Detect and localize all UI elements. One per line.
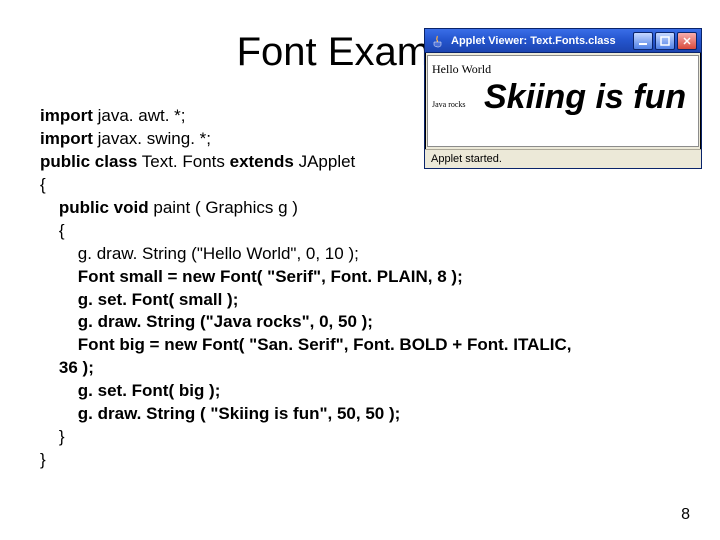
code-line: g. draw. String ("Java rocks", 0, 50 ); — [40, 311, 680, 334]
code-line: } — [40, 449, 680, 472]
slide: Font Example import java. awt. *;import … — [0, 0, 720, 540]
window-titlebar[interactable]: Applet Viewer: Text.Fonts.class — [425, 29, 701, 53]
code-line: Font small = new Font( "Serif", Font. PL… — [40, 266, 680, 289]
code-line: Font big = new Font( "San. Serif", Font.… — [40, 334, 680, 357]
page-number: 8 — [681, 506, 690, 524]
code-line: 36 ); — [40, 357, 680, 380]
canvas-hello-text: Hello World — [432, 62, 491, 77]
canvas-javarocks-text: Java rocks — [432, 100, 466, 109]
maximize-button[interactable] — [655, 32, 675, 50]
code-line: g. draw. String ( "Skiing is fun", 50, 5… — [40, 403, 680, 426]
close-button[interactable] — [677, 32, 697, 50]
applet-window: Applet Viewer: Text.Fonts.class Hello Wo… — [424, 28, 702, 169]
code-line: { — [40, 174, 680, 197]
applet-statusbar: Applet started. — [425, 149, 701, 168]
applet-canvas: Hello World Java rocks Skiing is fun — [427, 55, 699, 147]
code-line: g. draw. String ("Hello World", 0, 10 ); — [40, 243, 680, 266]
canvas-skiing-text: Skiing is fun — [484, 78, 686, 117]
code-line: { — [40, 220, 680, 243]
code-line: g. set. Font( small ); — [40, 289, 680, 312]
code-line: g. set. Font( big ); — [40, 380, 680, 403]
java-cup-icon — [431, 34, 445, 48]
code-line: public void paint ( Graphics g ) — [40, 197, 680, 220]
window-title: Applet Viewer: Text.Fonts.class — [451, 35, 633, 47]
code-line: } — [40, 426, 680, 449]
window-buttons — [633, 32, 697, 50]
minimize-button[interactable] — [633, 32, 653, 50]
